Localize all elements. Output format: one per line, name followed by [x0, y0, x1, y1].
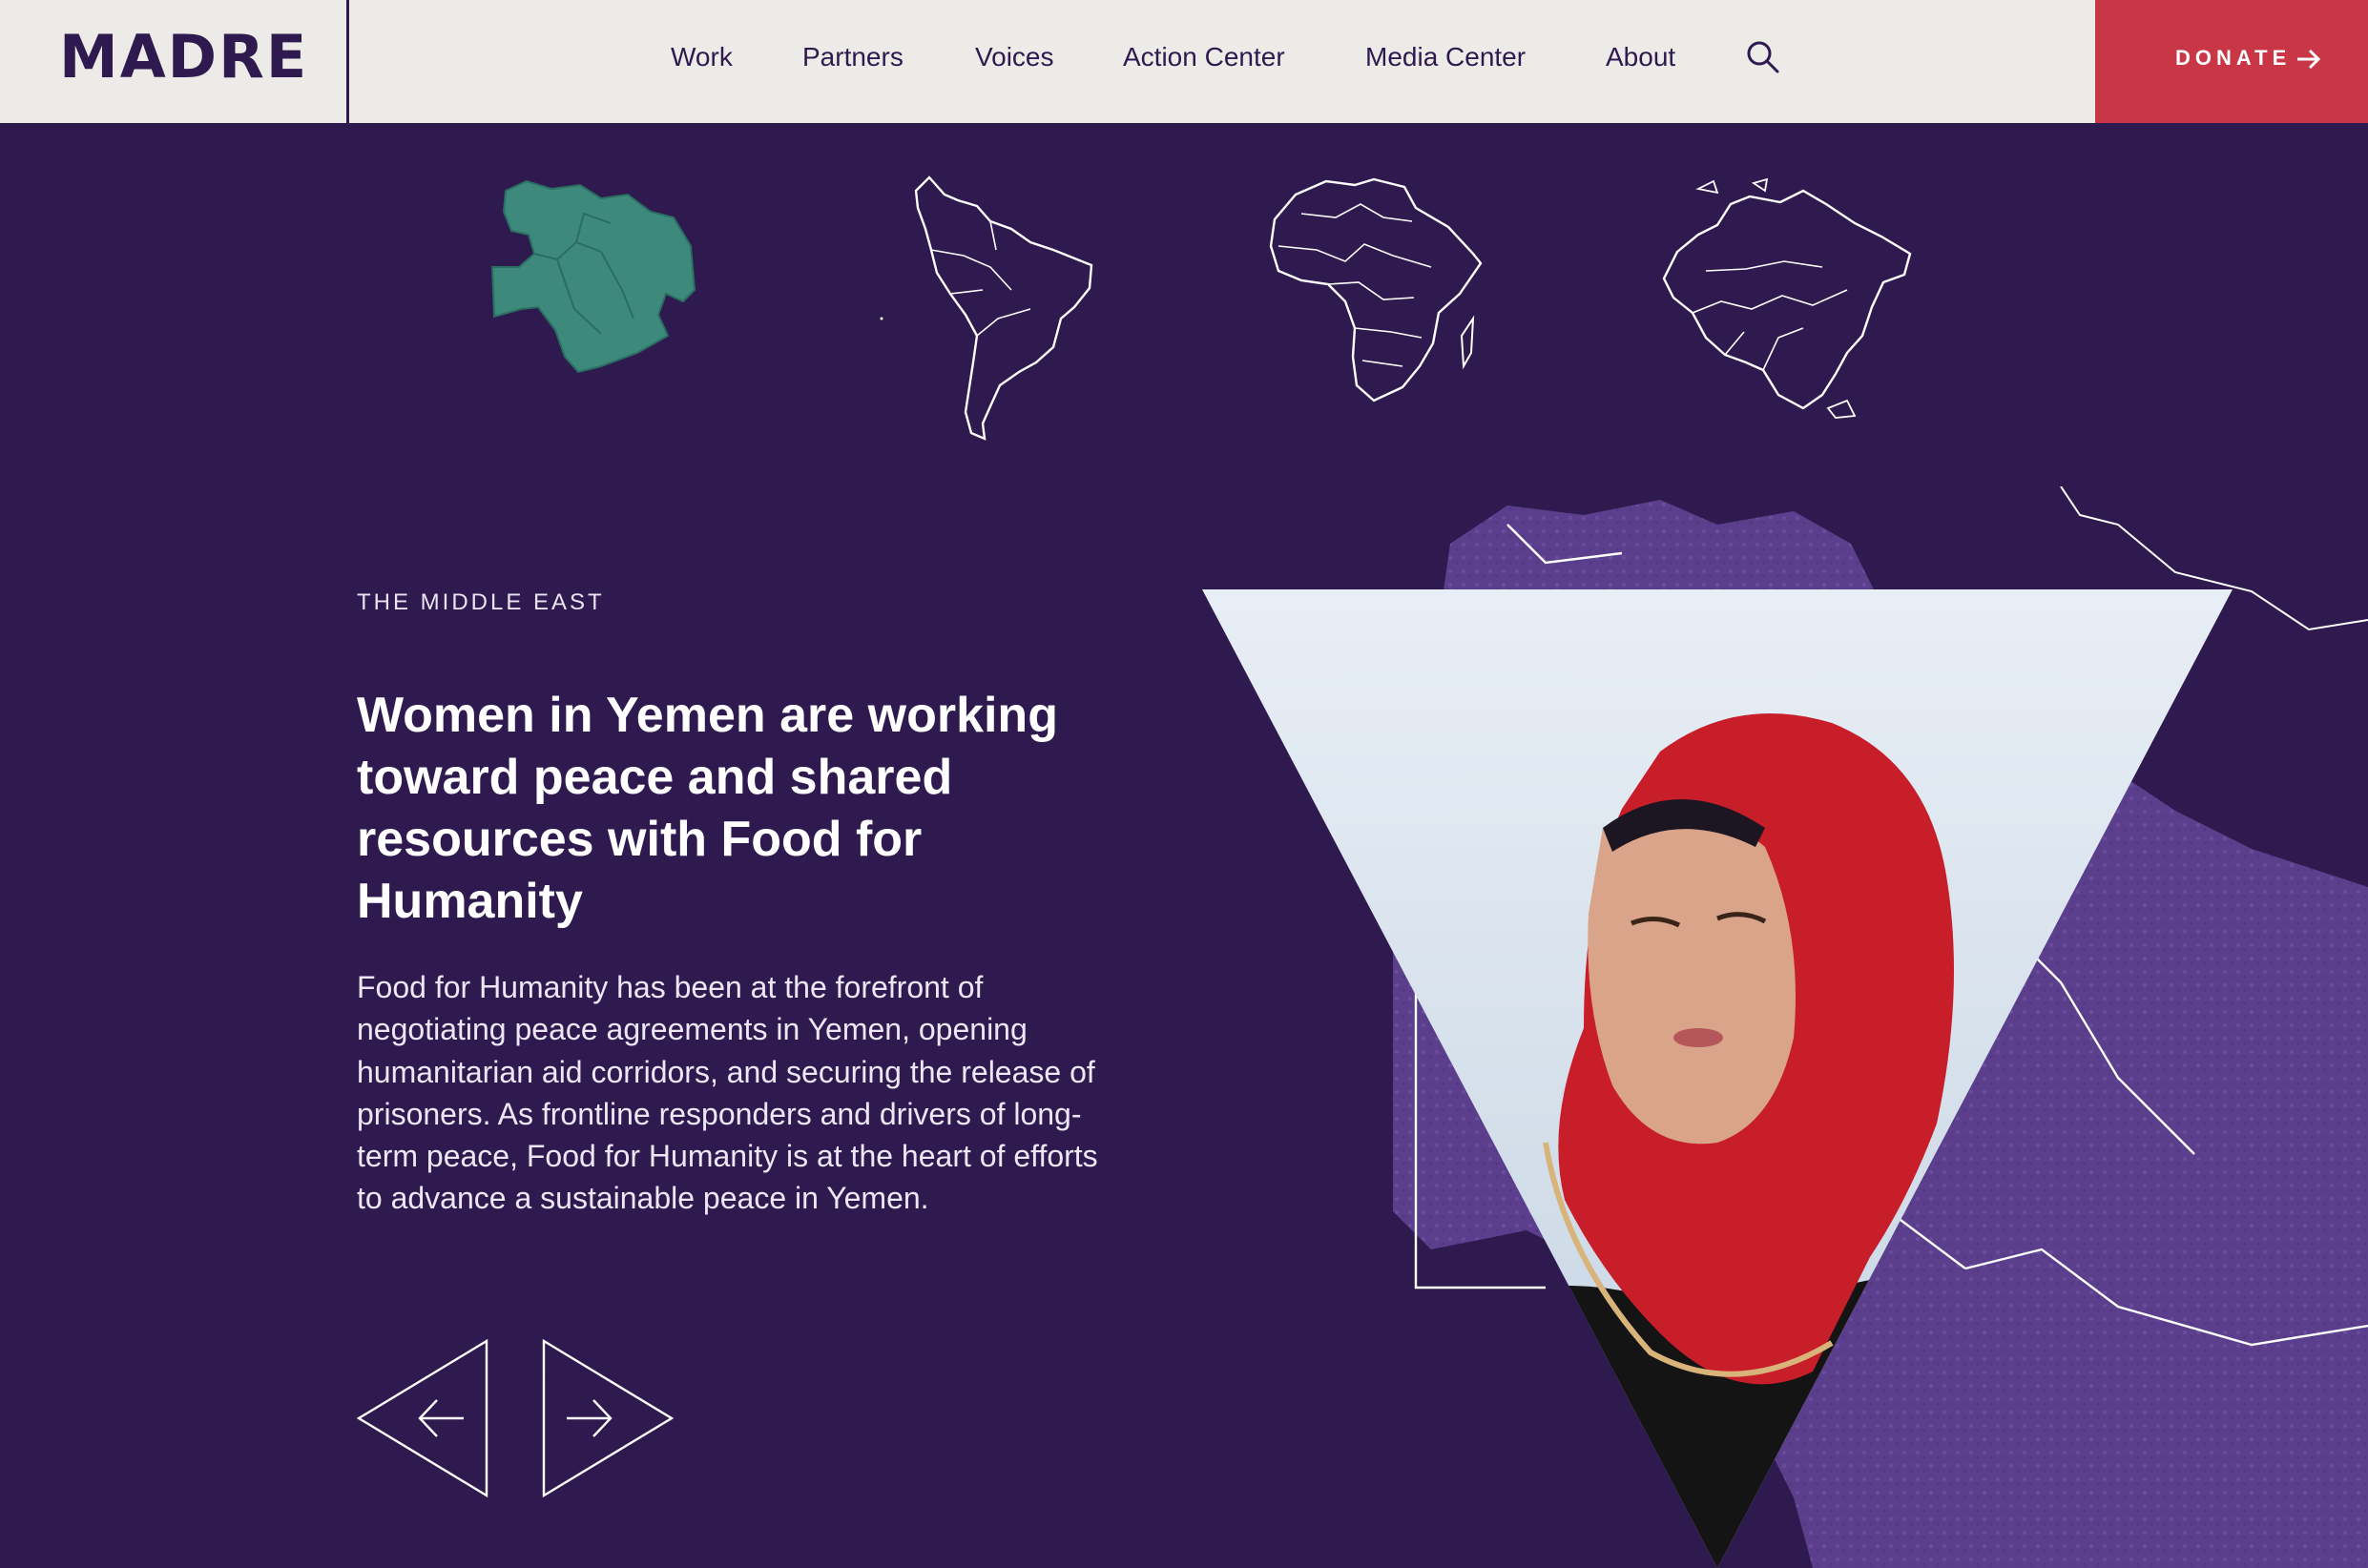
region-middle-east-map[interactable] [488, 175, 698, 378]
arrow-right-icon [567, 1399, 613, 1437]
donate-label: DONATE [2175, 46, 2292, 70]
madre-logo[interactable]: MADRE [59, 27, 308, 88]
search-icon[interactable] [1746, 40, 1780, 74]
carousel-prev-button[interactable] [355, 1337, 488, 1499]
region-asia-map[interactable] [1660, 175, 1920, 420]
region-latin-america-map[interactable] [878, 175, 1097, 441]
nav-voices[interactable]: Voices [975, 38, 1054, 76]
featured-portrait-photo [1202, 589, 2233, 1568]
site-header: MADRE Work Partners Voices Action Center… [0, 0, 2368, 123]
carousel-next-button[interactable] [542, 1337, 675, 1499]
nav-action-center[interactable]: Action Center [1123, 38, 1285, 76]
region-africa-map[interactable] [1269, 175, 1485, 404]
nav-media-center[interactable]: Media Center [1365, 38, 1526, 76]
header-divider [346, 0, 349, 123]
arrow-right-icon [2297, 49, 2321, 70]
nav-partners[interactable]: Partners [802, 38, 904, 76]
nav-work[interactable]: Work [671, 38, 733, 76]
feature-body: Food for Humanity has been at the forefr… [357, 970, 1098, 1216]
feature-headline: Women in Yemen are working toward peace … [357, 688, 1058, 929]
region-eyebrow: THE MIDDLE EAST [357, 589, 605, 615]
arrow-left-icon [418, 1399, 464, 1437]
nav-about[interactable]: About [1606, 38, 1675, 76]
donate-button[interactable]: DONATE [2095, 0, 2368, 123]
